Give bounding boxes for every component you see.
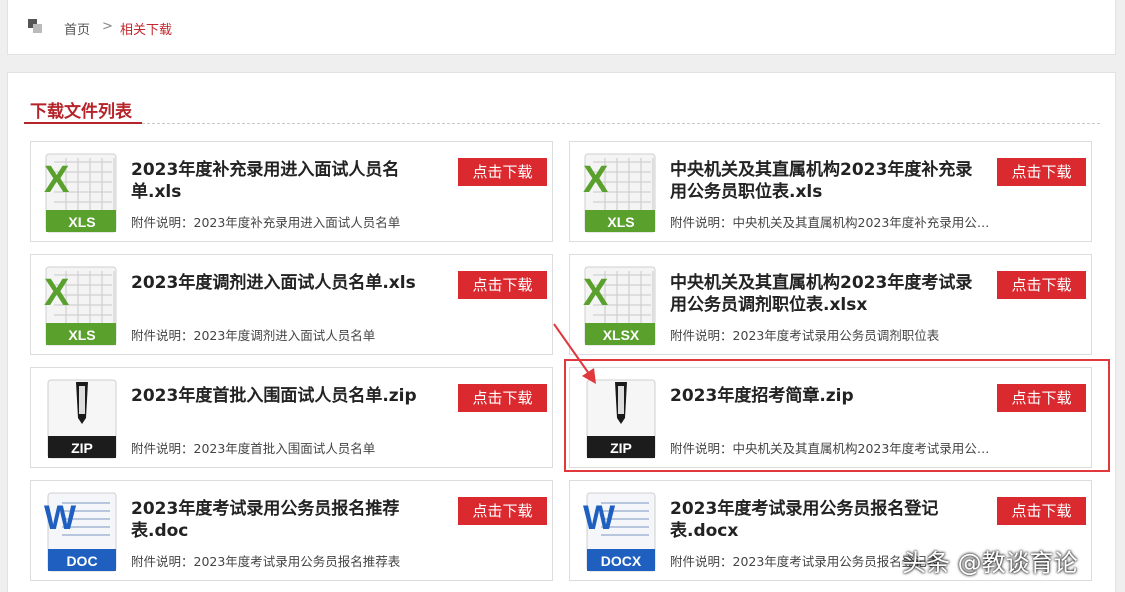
doc-file-icon[interactable]: W DOC (42, 491, 120, 573)
xls-file-icon[interactable]: X XLS (42, 265, 120, 347)
file-type-badge: ZIP (71, 440, 93, 456)
doc-file-icon[interactable]: W DOCX (581, 491, 659, 573)
file-title-link[interactable]: 2023年度考试录用公务员报名推荐表.doc (131, 498, 449, 542)
file-card: X XLSX 中央机关及其直属机构2023年度考试录用公务员调剂职位表.xlsx 附件… (569, 254, 1092, 355)
file-description: 附件说明：2023年度考试录用公务员调剂职位表 (670, 328, 940, 343)
file-card: X XLS 2023年度调剂进入面试人员名单.xls 附件说明：2023年度调剂进入面… (30, 254, 553, 355)
download-button[interactable]: 点击下载 (997, 158, 1086, 186)
svg-text:X: X (44, 272, 70, 314)
file-card: X XLS 中央机关及其直属机构2023年度补充录用公务员职位表.xls 附件说明：中… (569, 141, 1092, 242)
watermark-text: 头条 @教谈育论 (902, 549, 1078, 577)
file-type-badge: XLS (68, 327, 95, 343)
file-card: X XLS 2023年度补充录用进入面试人员名单.xls 附件说明：2023年度补充录… (30, 141, 553, 242)
file-description: 附件说明：中央机关及其直属机构2023年度补充录用公务员职... (670, 215, 992, 230)
file-description: 附件说明：2023年度补充录用进入面试人员名单 (131, 215, 401, 230)
home-squares-icon (28, 19, 42, 33)
svg-text:W: W (583, 499, 616, 537)
file-title-link[interactable]: 中央机关及其直属机构2023年度考试录用公务员调剂职位表.xlsx (670, 272, 988, 316)
breadcrumb-current: 相关下载 (120, 23, 173, 38)
pointer-arrow-icon (553, 323, 596, 384)
file-type-badge: XLSX (603, 327, 640, 343)
xls-file-icon[interactable]: X XLS (42, 152, 120, 234)
breadcrumb-separator: > (102, 19, 113, 34)
download-button[interactable]: 点击下载 (997, 497, 1086, 525)
file-title-link[interactable]: 2023年度首批入围面试人员名单.zip (131, 385, 449, 407)
file-title-link[interactable]: 2023年度考试录用公务员报名登记表.docx (670, 498, 988, 542)
svg-text:X: X (44, 159, 70, 201)
file-description: 附件说明：2023年度调剂进入面试人员名单 (131, 328, 376, 343)
download-button[interactable]: 点击下载 (458, 384, 547, 412)
file-card: ZIP 2023年度首批入围面试人员名单.zip 附件说明：2023年度首批入围面试… (30, 367, 553, 468)
highlight-box (564, 359, 1110, 472)
download-button[interactable]: 点击下载 (458, 497, 547, 525)
file-description: 附件说明：2023年度首批入围面试人员名单 (131, 441, 376, 456)
download-button[interactable]: 点击下载 (458, 271, 547, 299)
zip-file-icon[interactable]: ZIP (42, 378, 120, 460)
svg-text:X: X (583, 159, 609, 201)
file-card: W DOC 2023年度考试录用公务员报名推荐表.doc 附件说明：2023年度考试录… (30, 480, 553, 581)
breadcrumb-bar: 首页 > 相关下载 (7, 0, 1116, 55)
download-button[interactable]: 点击下载 (997, 271, 1086, 299)
file-description: 附件说明：2023年度考试录用公务员报名推荐表 (131, 554, 401, 569)
section-title-underline (24, 122, 142, 124)
breadcrumb-home-link[interactable]: 首页 (64, 19, 90, 38)
file-type-badge: XLS (68, 214, 95, 230)
svg-text:W: W (44, 499, 77, 537)
xls-file-icon[interactable]: X XLS (581, 152, 659, 234)
file-title-link[interactable]: 2023年度补充录用进入面试人员名单.xls (131, 159, 449, 203)
svg-text:X: X (583, 272, 609, 314)
file-title-link[interactable]: 2023年度调剂进入面试人员名单.xls (131, 272, 449, 294)
section-divider (142, 123, 1100, 124)
file-title-link[interactable]: 中央机关及其直属机构2023年度补充录用公务员职位表.xls (670, 159, 988, 203)
section-title: 下载文件列表 (30, 102, 132, 122)
file-type-badge: DOCX (601, 553, 642, 569)
file-type-badge: DOC (66, 553, 97, 569)
download-button[interactable]: 点击下载 (458, 158, 547, 186)
file-type-badge: XLS (607, 214, 634, 230)
